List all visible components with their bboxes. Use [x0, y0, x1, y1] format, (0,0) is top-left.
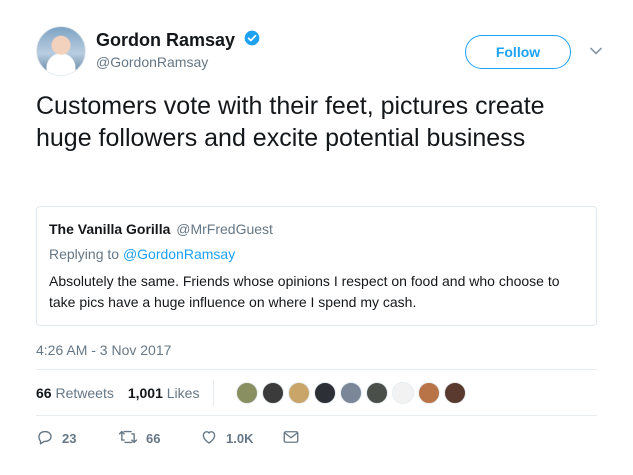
stats-separator	[213, 380, 215, 406]
author-avatar[interactable]	[36, 26, 86, 76]
divider	[36, 415, 597, 416]
quoted-handle: @MrFredGuest	[176, 221, 273, 237]
direct-message-button[interactable]	[282, 429, 300, 448]
liker-4-avatar[interactable]	[314, 382, 337, 404]
retweets-count: 66	[36, 385, 52, 401]
reply-count: 23	[62, 431, 77, 446]
envelope-icon	[282, 429, 300, 448]
like-button[interactable]: 1.0K	[200, 428, 282, 449]
tweet-actions: 23 66 1.0K	[36, 428, 300, 449]
likers-avatars	[236, 382, 470, 404]
quoted-replying-to: Replying to @GordonRamsay	[49, 246, 584, 262]
author-display-name[interactable]: Gordon Ramsay	[96, 30, 235, 51]
likes-count: 1,001	[127, 385, 163, 401]
retweet-icon	[118, 428, 138, 449]
author-handle[interactable]: @GordonRamsay	[96, 54, 260, 70]
retweet-count: 66	[146, 431, 161, 446]
liker-1-avatar[interactable]	[236, 382, 259, 404]
quoted-tweet-header: The Vanilla Gorilla @MrFredGuest	[49, 221, 584, 237]
like-count: 1.0K	[226, 431, 254, 446]
retweets-label: Retweets	[55, 385, 114, 401]
replying-to-link[interactable]: @GordonRamsay	[123, 246, 235, 262]
liker-2-avatar[interactable]	[262, 382, 285, 404]
likes-label: Likes	[166, 385, 200, 401]
quoted-tweet-text: Absolutely the same. Friends whose opini…	[49, 273, 560, 310]
liker-6-avatar[interactable]	[366, 382, 389, 404]
reply-icon	[36, 428, 54, 449]
tweet-header: Gordon Ramsay @GordonRamsay Follow	[36, 26, 613, 78]
divider	[36, 369, 597, 370]
author-name-block: Gordon Ramsay @GordonRamsay	[96, 30, 260, 70]
quoted-display-name: The Vanilla Gorilla	[49, 221, 171, 237]
follow-button[interactable]: Follow	[465, 35, 571, 69]
retweets-stat[interactable]: 66 Retweets	[36, 385, 114, 401]
liker-8-avatar[interactable]	[418, 382, 441, 404]
quoted-tweet[interactable]: The Vanilla Gorilla @MrFredGuest Replyin…	[36, 206, 597, 326]
liker-3-avatar[interactable]	[288, 382, 311, 404]
replying-prefix: Replying to	[49, 246, 123, 262]
tweet-timestamp[interactable]: 4:26 AM - 3 Nov 2017	[36, 342, 171, 358]
reply-button[interactable]: 23	[36, 428, 118, 449]
liker-5-avatar[interactable]	[340, 382, 363, 404]
retweet-button[interactable]: 66	[118, 428, 200, 449]
liker-7-avatar[interactable]	[392, 382, 415, 404]
tweet-text: Customers vote with their feet, pictures…	[36, 92, 545, 152]
likes-stat[interactable]: 1,001 Likes	[128, 385, 200, 401]
chevron-down-icon[interactable]	[589, 44, 603, 63]
verified-badge-icon	[244, 30, 260, 51]
liker-9-avatar[interactable]	[444, 382, 467, 404]
heart-icon	[200, 428, 218, 449]
tweet-stats: 66 Retweets 1,001 Likes	[36, 380, 470, 406]
